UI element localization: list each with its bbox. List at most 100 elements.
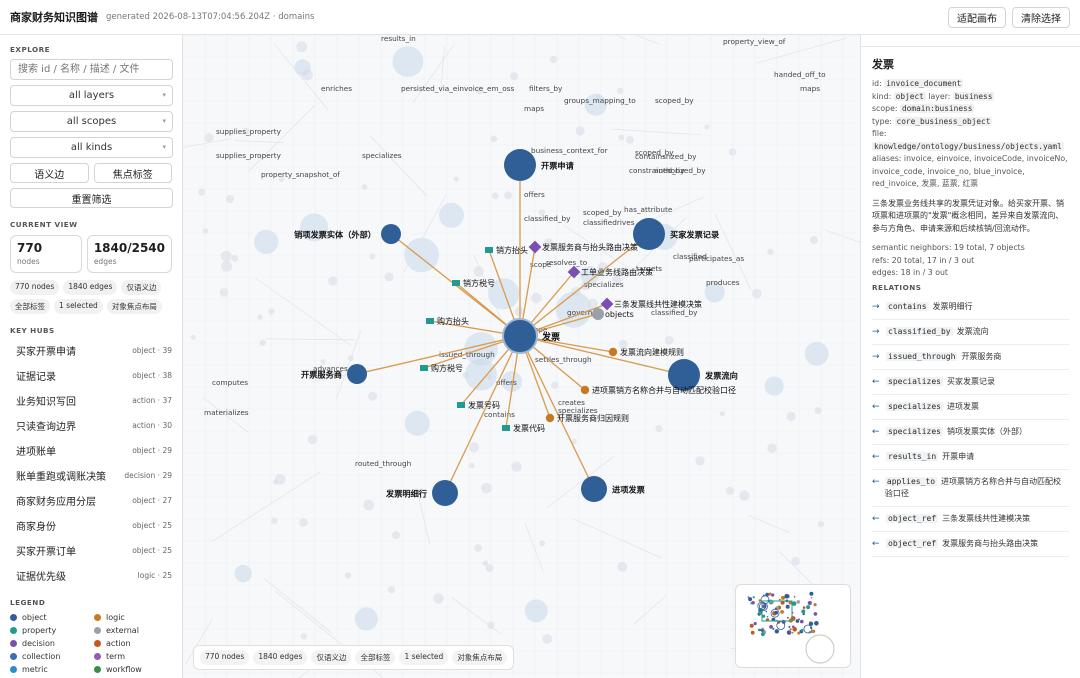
hub-item[interactable]: 商家身份 object · 25 bbox=[10, 513, 172, 538]
relation-target: 买家发票记录 bbox=[946, 376, 995, 386]
background-node bbox=[617, 87, 624, 95]
hub-item[interactable]: 只读查询边界 action · 30 bbox=[10, 413, 172, 438]
layers-select[interactable]: all layers ▾ bbox=[10, 85, 173, 106]
hub-name: 商家身份 bbox=[16, 522, 56, 533]
hub-item[interactable]: 商家财务应用分层 object · 27 bbox=[10, 488, 172, 513]
node-label: 发票流向 bbox=[704, 371, 738, 381]
relation-row[interactable]: ← applies_to 进项票销方名称合并与自动匹配校验口径 bbox=[872, 470, 1069, 507]
hub-item[interactable]: 进项账单 object · 29 bbox=[10, 438, 172, 463]
semantic-edges-toggle[interactable]: 语义边 bbox=[10, 163, 89, 183]
arrow-left-icon: ← bbox=[872, 426, 880, 437]
background-node bbox=[487, 621, 495, 629]
node-label: 买家发票记录 bbox=[670, 230, 720, 240]
node-decision[interactable] bbox=[528, 240, 542, 254]
relation-row[interactable]: ← specializes 进项发票 bbox=[872, 395, 1069, 420]
hub-item[interactable]: 证据记录 object · 38 bbox=[10, 363, 172, 388]
edge-label: classifiedrives bbox=[583, 218, 635, 227]
hub-item[interactable]: 业务知识写回 action · 37 bbox=[10, 388, 172, 413]
hub-item[interactable]: 证据优先级 logic · 25 bbox=[10, 563, 172, 588]
relation-row[interactable]: ← specializes 买家发票记录 bbox=[872, 370, 1069, 395]
search-input[interactable] bbox=[10, 59, 173, 80]
node-object[interactable] bbox=[432, 480, 458, 506]
background-node bbox=[404, 410, 430, 436]
nodes-stat-card: 770 nodes bbox=[10, 235, 82, 273]
background-node bbox=[268, 308, 275, 315]
minimap[interactable] bbox=[735, 584, 851, 668]
background-node bbox=[767, 443, 777, 453]
background-node bbox=[392, 531, 401, 540]
relation-row[interactable]: ← object_ref 三条发票线共性建模决策 bbox=[872, 507, 1069, 532]
background-node bbox=[294, 59, 311, 76]
relation-row[interactable]: ← object_ref 发票服务商与抬头路由决策 bbox=[872, 532, 1069, 557]
clear-selection-button[interactable]: 清除选择 bbox=[1012, 6, 1070, 28]
edge-label: specializes bbox=[362, 151, 402, 160]
node-property[interactable] bbox=[426, 318, 434, 324]
relation-row[interactable]: → contains 发票明细行 bbox=[872, 295, 1069, 320]
node-property[interactable] bbox=[452, 280, 460, 286]
relation-target: 开票申请 bbox=[942, 451, 975, 461]
node-property[interactable] bbox=[420, 365, 428, 371]
relation-type: specializes bbox=[886, 401, 943, 411]
node-object[interactable] bbox=[504, 149, 536, 181]
edge-label: property_view_of bbox=[723, 37, 786, 46]
kinds-select[interactable]: all kinds ▾ bbox=[10, 137, 173, 158]
node-logic[interactable] bbox=[608, 347, 618, 357]
node-property[interactable] bbox=[502, 425, 510, 431]
background-node bbox=[491, 192, 499, 200]
node-object[interactable] bbox=[581, 476, 607, 502]
focus-tags-toggle[interactable]: 焦点标签 bbox=[93, 163, 172, 183]
background-node bbox=[618, 134, 625, 141]
view-stats: 770 nodes 1840/2540 edges bbox=[10, 235, 172, 273]
background-node bbox=[617, 561, 628, 572]
legend-label: logic bbox=[106, 613, 125, 622]
edge-label: handed_off_to bbox=[774, 70, 826, 79]
hub-item[interactable]: 账单重跑或调账决策 decision · 29 bbox=[10, 463, 172, 488]
graph-svg[interactable]: results_in property_view_of handed_off_tom… bbox=[183, 35, 860, 678]
node-label: 进项票销方名称合并与自动匹配校验口径 bbox=[592, 385, 736, 395]
edge-label: groups_mapping_to bbox=[564, 96, 636, 105]
hub-item[interactable]: 买家开票订单 object · 25 bbox=[10, 538, 172, 563]
nodes-label: nodes bbox=[17, 257, 40, 266]
reset-filters-button[interactable]: 重置筛选 bbox=[10, 188, 173, 208]
hub-meta: object · 25 bbox=[132, 546, 172, 555]
legend-item-object: object bbox=[10, 613, 94, 622]
relation-row[interactable]: ← results_in 开票申请 bbox=[872, 445, 1069, 470]
minimap-dot bbox=[807, 600, 812, 606]
node-decision[interactable] bbox=[600, 297, 614, 311]
hub-name: 只读查询边界 bbox=[16, 422, 76, 433]
minimap-dot bbox=[752, 596, 755, 599]
node-property[interactable] bbox=[457, 402, 465, 408]
legend-label: object bbox=[22, 613, 47, 622]
graph-canvas[interactable]: results_in property_view_of handed_off_to m… bbox=[183, 35, 860, 678]
node-property[interactable] bbox=[485, 247, 493, 253]
minimap-dot bbox=[791, 631, 794, 634]
background-node bbox=[511, 461, 522, 472]
node-external[interactable] bbox=[592, 308, 604, 320]
node-logic[interactable] bbox=[580, 385, 590, 395]
relation-type: issued_through bbox=[886, 351, 958, 361]
legend-heading: LEGEND bbox=[10, 598, 46, 607]
node-object[interactable] bbox=[347, 364, 367, 384]
relation-row[interactable]: → issued_through 开票服务商 bbox=[872, 345, 1069, 370]
minimap-dot bbox=[802, 606, 806, 609]
relation-row[interactable]: ← specializes 销项发票实体（外部） bbox=[872, 420, 1069, 445]
center-node-发票[interactable] bbox=[502, 318, 538, 354]
minimap-dot bbox=[765, 610, 768, 613]
relation-row[interactable]: → classified_by 发票流向 bbox=[872, 320, 1069, 345]
layer-label: layer: bbox=[928, 91, 951, 101]
hub-item[interactable]: 买家开票申请 object · 39 bbox=[10, 338, 172, 363]
detail-file[interactable]: knowledge/ontology/business/objects.yaml bbox=[872, 141, 1064, 151]
minimap-dot bbox=[813, 603, 817, 607]
file-label: file: bbox=[872, 129, 887, 138]
background-node bbox=[219, 288, 229, 297]
arrow-left-icon: ← bbox=[872, 401, 880, 412]
edge-label: business_context_for bbox=[531, 146, 608, 155]
relation-target: 发票明细行 bbox=[932, 301, 973, 311]
hub-name: 商家财务应用分层 bbox=[16, 497, 96, 508]
scopes-select[interactable]: all scopes ▾ bbox=[10, 111, 173, 132]
background-node bbox=[220, 250, 232, 262]
node-object[interactable] bbox=[381, 224, 401, 244]
fit-canvas-button[interactable]: 适配画布 bbox=[948, 6, 1006, 28]
relation-type: object_ref bbox=[886, 538, 939, 548]
node-logic[interactable] bbox=[545, 413, 555, 423]
